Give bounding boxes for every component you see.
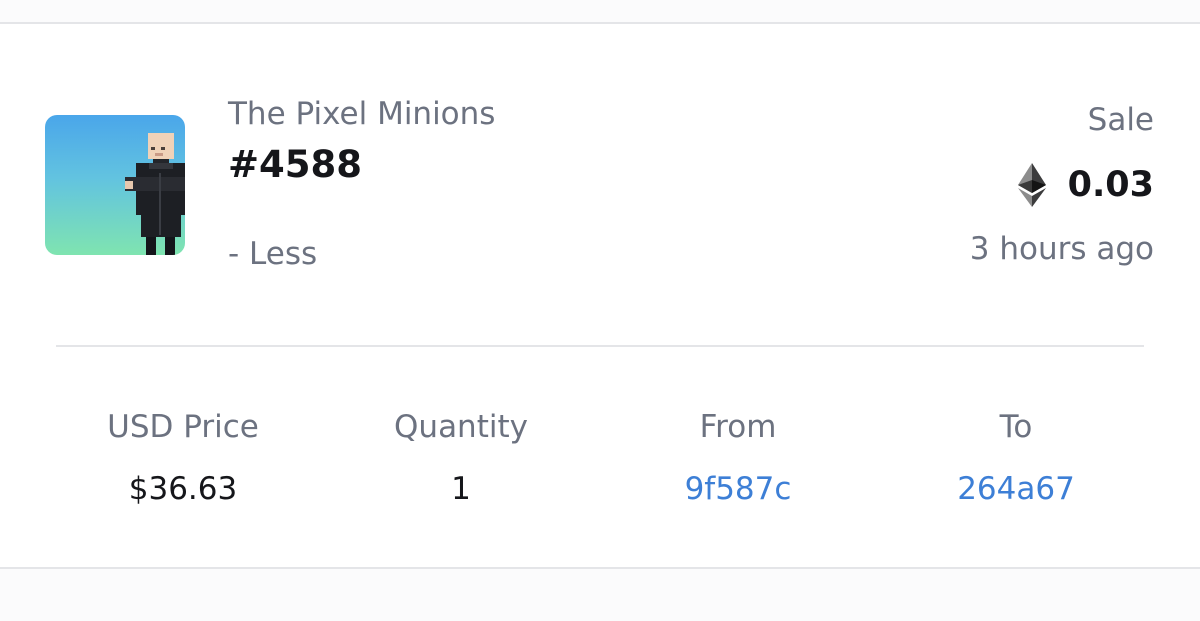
ethereum-icon [1017,163,1046,207]
eth-price-value: 0.03 [1067,165,1154,205]
to-label: To [999,409,1033,445]
quantity-stat: Quantity 1 [341,405,581,511]
section-divider [56,345,1144,347]
from-stat: From 9f587c [618,405,858,511]
sale-price: 0.03 [1017,162,1154,208]
nft-thumbnail[interactable] [45,115,185,255]
next-card-edge [0,567,1200,621]
from-label: From [699,409,777,445]
show-less-toggle[interactable]: - Less [228,236,317,272]
collection-name[interactable]: The Pixel Minions [228,96,495,132]
usd-price-value: $36.63 [128,471,238,507]
sale-activity-card: The Pixel Minions #4588 - Less Sale 0.03… [0,0,1200,621]
event-type-label: Sale [1087,102,1154,138]
pixel-minion-avatar-icon [125,133,185,255]
to-stat: To 264a67 [896,405,1136,511]
quantity-value: 1 [451,471,471,507]
token-id[interactable]: #4588 [228,143,362,186]
to-address-link[interactable]: 264a67 [896,467,1136,511]
from-address-link[interactable]: 9f587c [618,467,858,511]
event-timestamp[interactable]: 3 hours ago [970,231,1154,267]
previous-card-edge [0,0,1200,24]
usd-price-stat: USD Price $36.63 [63,405,303,511]
usd-price-label: USD Price [107,409,259,445]
quantity-label: Quantity [394,409,528,445]
